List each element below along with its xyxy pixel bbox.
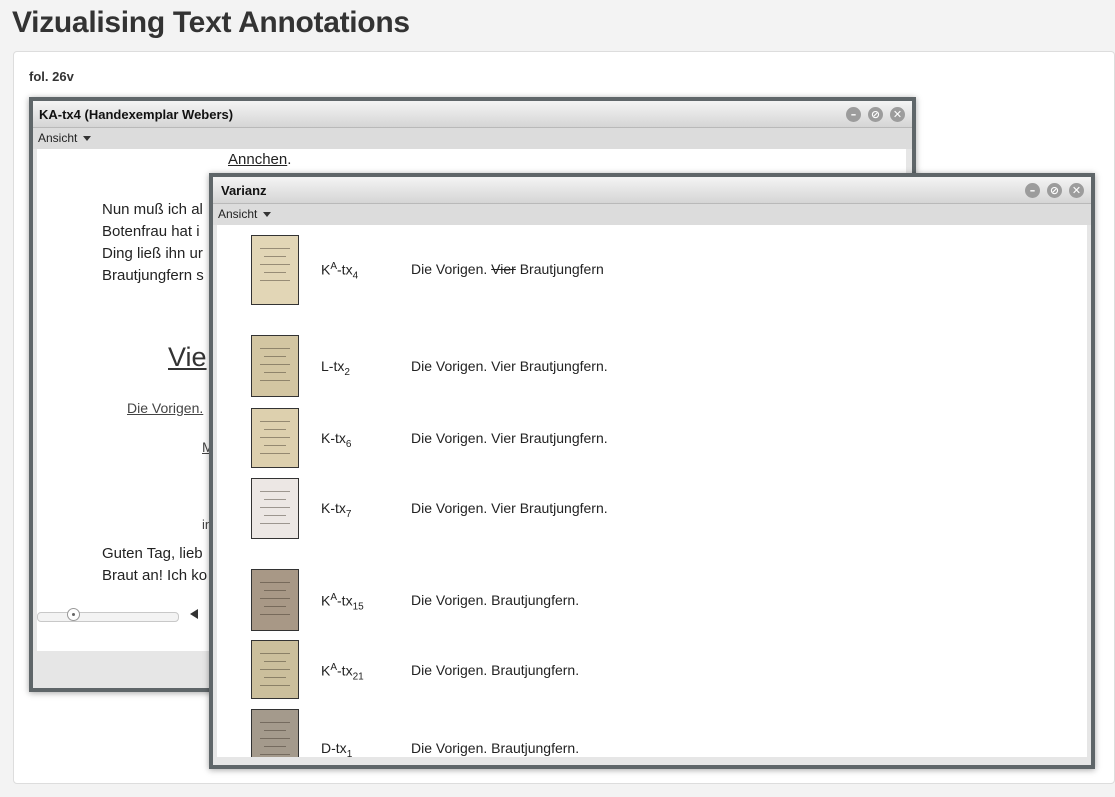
variant-reading: Die Vorigen. Vier Brautjungfern. (411, 358, 608, 374)
siglum: D-tx1 (321, 740, 353, 757)
window-titlebar[interactable]: KA-tx4 (Handexemplar Webers) – ⊘ ✕ (33, 101, 912, 128)
variant-reading: Die Vorigen. Vier Brautjungfern. (411, 500, 608, 516)
window-menubar: Ansicht (33, 128, 912, 149)
chevron-down-icon (263, 212, 272, 218)
text-line: Nun muß ich al (102, 201, 203, 218)
manuscript-thumbnail[interactable] (251, 335, 299, 397)
text-line: Guten Tag, lieb (102, 545, 203, 562)
siglum: KA-tx4 (321, 261, 359, 282)
variant-reading: Die Vorigen. Brautjungfern. (411, 740, 580, 756)
variant-reading: Die Vorigen. Vier Brautjungfern (411, 261, 604, 277)
text-line: Braut an! Ich ko (102, 567, 208, 584)
siglum: L-tx2 (321, 358, 350, 378)
minimize-icon[interactable]: – (1025, 183, 1040, 198)
window-menubar: Ansicht (213, 204, 1091, 225)
window-varianz[interactable]: Varianz – ⊘ ✕ Ansicht KA-tx4 Die Vorigen.… (209, 173, 1095, 769)
variant-reading: Die Vorigen. Vier Brautjungfern. (411, 430, 608, 446)
window-titlebar[interactable]: Varianz – ⊘ ✕ (213, 177, 1091, 204)
text-line: Botenfrau hat i (102, 223, 200, 240)
manuscript-thumbnail[interactable] (251, 709, 299, 757)
siglum: K-tx7 (321, 500, 352, 520)
text-line: Ding ließ ihn ur (102, 245, 203, 262)
zoom-slider[interactable] (37, 612, 179, 622)
view-menu[interactable]: Ansicht (218, 207, 272, 221)
siglum: KA-tx21 (321, 662, 364, 683)
page-title: Vizualising Text Annotations (12, 6, 410, 39)
stage-direction[interactable]: Die Vorigen. (127, 400, 203, 416)
close-icon[interactable]: ✕ (890, 107, 905, 122)
siglum: KA-tx15 (321, 592, 364, 613)
scene-heading: Vie (168, 342, 207, 372)
manuscript-thumbnail[interactable] (251, 640, 299, 699)
manuscript-thumbnail[interactable] (251, 569, 299, 631)
view-menu[interactable]: Ansicht (38, 131, 92, 145)
text-line: Annchen. (228, 151, 292, 168)
siglum: K-tx6 (321, 430, 352, 450)
variance-list: KA-tx4 Die Vorigen. Vier Brautjungfern L-t… (217, 225, 1087, 757)
annchen-link[interactable]: Annchen (228, 151, 287, 168)
manuscript-thumbnail[interactable] (251, 478, 299, 539)
variant-reading: Die Vorigen. Brautjungfern. (411, 592, 580, 608)
manuscript-thumbnail[interactable] (251, 235, 299, 305)
restore-icon[interactable]: ⊘ (1047, 183, 1062, 198)
manuscript-thumbnail[interactable] (251, 408, 299, 468)
chevron-down-icon (83, 136, 92, 142)
close-icon[interactable]: ✕ (1069, 183, 1084, 198)
window-title: Varianz (221, 183, 267, 198)
view-menu-label: Ansicht (218, 207, 258, 221)
deleted-text: Vier (491, 261, 516, 277)
window-title: KA-tx4 (Handexemplar Webers) (39, 107, 234, 122)
text-line: Brautjungfern s (102, 267, 204, 284)
prev-page-icon[interactable] (190, 609, 198, 619)
view-menu-label: Ansicht (38, 131, 78, 145)
restore-icon[interactable]: ⊘ (868, 107, 883, 122)
minimize-icon[interactable]: – (846, 107, 861, 122)
variant-reading: Die Vorigen. Brautjungfern. (411, 662, 580, 678)
folio-label: fol. 26v (29, 69, 74, 84)
zoom-slider-handle[interactable] (67, 608, 80, 621)
